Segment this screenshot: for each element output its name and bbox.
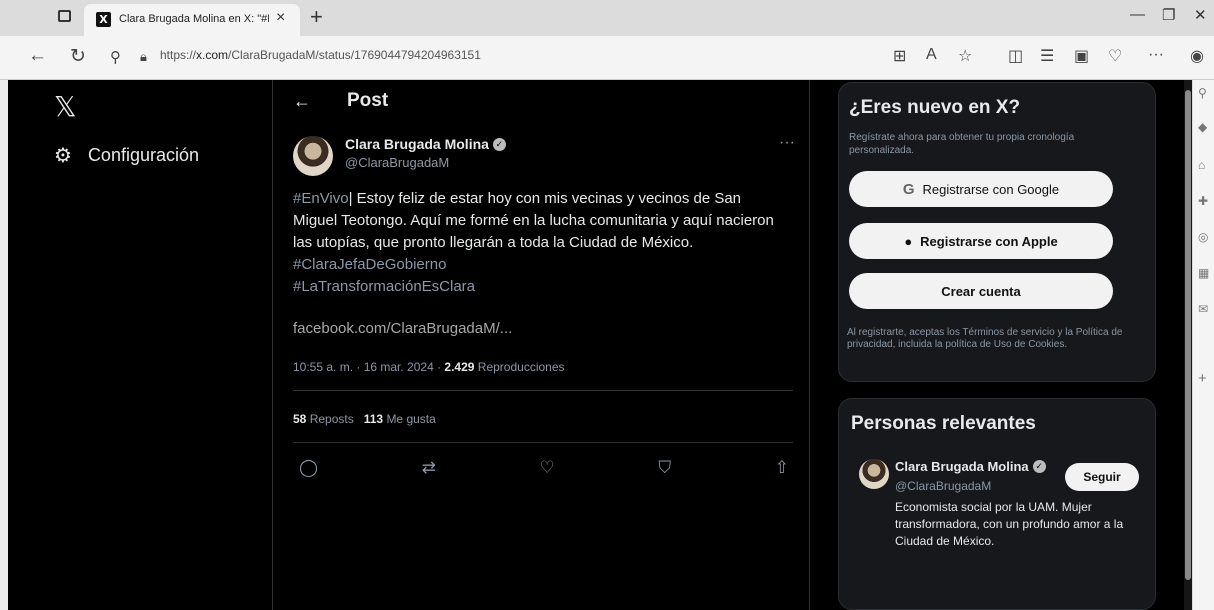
signup-title: ¿Eres nuevo en X? — [849, 97, 1021, 118]
more-options-icon[interactable]: ··· — [1148, 46, 1164, 64]
split-icon[interactable]: ◫ — [1008, 46, 1023, 66]
sidebar-search-icon[interactable]: ⚲ — [1198, 86, 1207, 100]
hashtag-envivo[interactable]: #EnVivo — [293, 190, 349, 207]
share-icon[interactable]: ⇧ — [775, 458, 789, 478]
performance-icon[interactable]: ♡ — [1108, 46, 1122, 66]
relevant-name-row[interactable]: Clara Brugada Molina ✓ — [895, 459, 1046, 474]
relevant-handle[interactable]: @ClaraBrugadaM — [895, 479, 991, 493]
split-screen-icon[interactable]: ⊞ — [893, 46, 906, 66]
minimize-icon[interactable]: — — [1130, 6, 1145, 23]
signup-google-button[interactable]: G Registrarse con Google — [849, 171, 1113, 207]
page-title: Post — [347, 90, 389, 111]
back-arrow-icon[interactable]: ← — [293, 91, 311, 112]
window-close-icon[interactable]: ✕ — [1194, 6, 1207, 24]
views-label: Reproducciones — [474, 360, 565, 374]
avatar[interactable] — [293, 136, 333, 176]
favorite-star-icon[interactable]: ☆ — [958, 46, 972, 66]
gear-icon: ⚙ — [54, 144, 72, 167]
read-aloud-icon[interactable]: A — [926, 46, 937, 64]
author-handle[interactable]: @ClaraBrugadaM — [345, 155, 506, 170]
x-logo-icon[interactable]: 𝕏 — [54, 90, 77, 123]
browser-tab[interactable]: X Clara Brugada Molina en X: "#E × — [84, 4, 300, 36]
scrollbar[interactable] — [1184, 80, 1192, 610]
relevant-people-card: Personas relevantes Clara Brugada Molina… — [838, 398, 1156, 610]
divider — [293, 442, 793, 443]
tweet-line-3: las utopías, que pronto llegarán a toda … — [293, 234, 694, 251]
tweet-author[interactable]: Clara Brugada Molina ✓ @ClaraBrugadaM — [345, 136, 506, 170]
sidebar-games-icon[interactable]: ◎ — [1198, 230, 1208, 244]
reply-icon[interactable]: ◯ — [299, 458, 318, 478]
signup-subtitle: Regístrate ahora para obtener tu propia … — [849, 132, 1075, 156]
sidebar-tag-icon[interactable]: ◆ — [1198, 120, 1207, 134]
relevant-title: Personas relevantes — [851, 413, 1036, 434]
reposts-stat[interactable]: 58 Reposts — [293, 412, 354, 426]
views-count: 2.429 — [444, 360, 475, 374]
new-tab-button[interactable]: + — [310, 4, 323, 30]
tweet-meta: 10:55 a. m. · 16 mar. 2024 · 2.429 Repro… — [293, 360, 565, 374]
signup-card: ¿Eres nuevo en X? Regístrate ahora para … — [838, 82, 1156, 382]
favorites-list-icon[interactable]: ☰ — [1040, 46, 1054, 66]
hashtag-transformacion[interactable]: #LaTransformaciónEsClara — [293, 276, 793, 298]
tab-close-icon[interactable]: × — [276, 9, 285, 27]
search-icon[interactable]: ⚲ — [110, 48, 121, 66]
bookmark-icon[interactable]: ⛉ — [658, 458, 671, 478]
x-page: 𝕏 ⚙ Configuración ← Post Clara Brugada M… — [8, 80, 1192, 610]
divider — [293, 390, 793, 391]
signup-apple-button[interactable]: ● Registrarse con Apple — [849, 223, 1113, 259]
create-account-button[interactable]: Crear cuenta — [849, 273, 1113, 309]
lock-icon[interactable]: 🔒︎ — [140, 49, 147, 65]
hashtag-clara-jefa[interactable]: #ClaraJefaDeGobierno — [293, 254, 793, 276]
post-header: ← Post — [293, 90, 388, 112]
tweet-text: #EnVivo| Estoy feliz de estar hoy con mi… — [293, 188, 793, 298]
tweet-timestamp[interactable]: 10:55 a. m. · 16 mar. 2024 · — [293, 360, 444, 374]
tab-title: Clara Brugada Molina en X: "#E — [119, 13, 269, 25]
author-name[interactable]: Clara Brugada Molina — [345, 136, 489, 152]
relevant-bio: Economista social por la UAM. Mujer tran… — [895, 500, 1124, 548]
collections-icon[interactable]: ▣ — [1074, 46, 1089, 66]
browser-sidebar: ⚲ ◆ ⌂ ✚ ◎ ▦ ✉ + — [1192, 80, 1214, 610]
x-favicon-icon: X — [96, 12, 111, 27]
tweet-line-1: | Estoy feliz de estar hoy con mis vecin… — [348, 190, 742, 207]
refresh-icon[interactable]: ↻ — [70, 45, 86, 68]
verified-icon: ✓ — [492, 137, 506, 151]
tweet-line-2: Miguel Teotongo. Aquí me formé en la luc… — [293, 212, 774, 229]
google-icon: G — [902, 180, 915, 198]
tweet-stats: 58 Reposts 113 Me gusta — [293, 412, 436, 426]
apple-icon: ● — [904, 233, 913, 249]
back-arrow-icon[interactable]: ← — [28, 45, 47, 67]
verified-icon: ✓ — [1032, 460, 1046, 473]
sidebar-shopping-icon[interactable]: ⌂ — [1198, 158, 1205, 172]
avatar[interactable] — [859, 459, 889, 489]
browser-tab-bar: X Clara Brugada Molina en X: "#E × + — ❐… — [0, 0, 1214, 36]
address-bar-row: ← ↻ ⚲ 🔒︎ https://x.com/ClaraBrugadaM/sta… — [0, 36, 1214, 80]
tab-actions-icon[interactable] — [58, 10, 71, 22]
sidebar-item-settings[interactable]: ⚙ Configuración — [54, 140, 199, 170]
copilot-icon[interactable]: ◉ — [1190, 46, 1204, 66]
like-icon[interactable]: ♡ — [540, 458, 555, 478]
likes-stat[interactable]: 113 Me gusta — [364, 412, 436, 426]
scrollbar-thumb[interactable] — [1185, 90, 1191, 580]
repost-icon[interactable]: ⇄ — [422, 458, 436, 478]
url-field[interactable]: https://x.com/ClaraBrugadaM/status/17690… — [160, 48, 481, 62]
restore-icon[interactable]: ❐ — [1162, 6, 1175, 24]
sidebar-office-icon[interactable]: ▦ — [1198, 266, 1209, 280]
sidebar-outlook-icon[interactable]: ✉ — [1198, 302, 1208, 316]
tweet-link[interactable]: facebook.com/ClaraBrugadaM/... — [293, 320, 512, 337]
sidebar-tools-icon[interactable]: ✚ — [1198, 194, 1208, 208]
settings-label: Configuración — [87, 144, 200, 165]
main-column: ← Post Clara Brugada Molina ✓ @ClaraBruga… — [272, 80, 810, 610]
tweet-actions: ◯ ⇄ ♡ ⛉ ⇧ — [299, 458, 789, 478]
sidebar-add-icon[interactable]: + — [1198, 370, 1207, 387]
follow-button[interactable]: Seguir — [1065, 463, 1139, 491]
more-options-icon[interactable]: ··· — [779, 134, 795, 152]
signup-legal-text: Al registrarte, aceptas los Términos de … — [847, 327, 1123, 350]
